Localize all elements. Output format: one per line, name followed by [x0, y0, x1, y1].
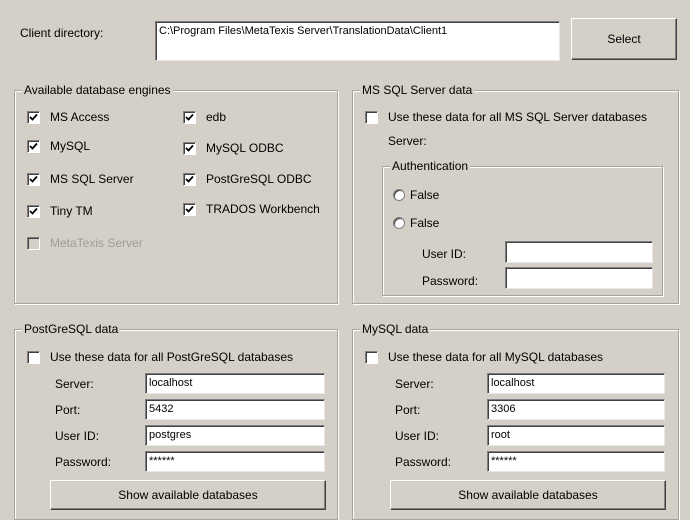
mysql-title: MySQL data — [360, 322, 431, 336]
mssql-password-label: Password: — [422, 274, 479, 288]
trados-workbench-checkbox[interactable] — [183, 203, 196, 216]
postgresql-show-databases-button[interactable]: Show available databases — [50, 480, 326, 510]
edb-label: edb — [206, 110, 227, 124]
auth-option-1-label: False — [410, 188, 440, 202]
postgresql-userid-field[interactable]: postgres — [145, 425, 325, 446]
mysql-server-label: Server: — [395, 377, 434, 391]
auth-option-2-radio[interactable] — [393, 217, 405, 229]
mysql-use-checkbox[interactable] — [365, 351, 378, 364]
mysql-password-label: Password: — [395, 455, 452, 469]
mssql-title: MS SQL Server data — [360, 83, 475, 97]
mysql-port-field[interactable]: 3306 — [487, 399, 665, 420]
metatexis-server-label: MetaTexis Server — [50, 236, 143, 250]
mssql-password-field[interactable] — [505, 267, 653, 289]
auth-option-1-radio[interactable] — [393, 189, 405, 201]
mysql-userid-field[interactable]: root — [487, 425, 665, 446]
trados-workbench-label: TRADOS Workbench — [206, 202, 320, 216]
mysql-checkbox[interactable] — [27, 140, 40, 153]
postgresql-port-field[interactable]: 5432 — [145, 399, 325, 420]
mysql-use-label: Use these data for all MySQL databases — [388, 350, 604, 364]
auth-option-2-label: False — [410, 216, 440, 230]
mssql-server-label: Server: — [388, 134, 427, 148]
mysql-show-databases-button[interactable]: Show available databases — [390, 480, 666, 510]
metatexis-server-checkbox — [27, 237, 40, 250]
edb-checkbox[interactable] — [183, 111, 196, 124]
mysql-server-field[interactable]: localhost — [487, 373, 665, 394]
ms-access-label: MS Access — [50, 110, 110, 124]
postgresql-userid-label: User ID: — [55, 429, 100, 443]
client-directory-field[interactable]: C:\Program Files\MetaTexis Server\Transl… — [155, 21, 560, 61]
select-button[interactable]: Select — [571, 18, 677, 60]
mysql-password-field[interactable]: ****** — [487, 451, 665, 472]
postgresql-title: PostGreSQL data — [22, 322, 121, 336]
ms-sql-server-label: MS SQL Server — [50, 172, 134, 186]
postgresql-password-field[interactable]: ****** — [145, 451, 325, 472]
postgresql-use-label: Use these data for all PostGreSQL databa… — [50, 350, 294, 364]
mysql-odbc-label: MySQL ODBC — [206, 141, 284, 155]
tiny-tm-checkbox[interactable] — [27, 205, 40, 218]
postgresql-use-checkbox[interactable] — [27, 351, 40, 364]
ms-sql-server-checkbox[interactable] — [27, 173, 40, 186]
mssql-userid-label: User ID: — [422, 247, 467, 261]
postgresql-odbc-label: PostGreSQL ODBC — [206, 172, 312, 186]
database-engines-title: Available database engines — [22, 83, 173, 97]
ms-access-checkbox[interactable] — [27, 111, 40, 124]
postgresql-server-label: Server: — [55, 377, 94, 391]
postgresql-port-label: Port: — [55, 403, 81, 417]
postgresql-server-field[interactable]: localhost — [145, 373, 325, 394]
mssql-use-label: Use these data for all MS SQL Server dat… — [388, 110, 648, 124]
client-directory-label: Client directory: — [20, 26, 104, 40]
postgresql-password-label: Password: — [55, 455, 112, 469]
mysql-userid-label: User ID: — [395, 429, 440, 443]
mysql-label: MySQL — [50, 139, 91, 153]
mysql-odbc-checkbox[interactable] — [183, 142, 196, 155]
mssql-userid-field[interactable] — [505, 241, 653, 263]
postgresql-odbc-checkbox[interactable] — [183, 173, 196, 186]
mysql-port-label: Port: — [395, 403, 421, 417]
tiny-tm-label: Tiny TM — [50, 204, 93, 218]
mssql-use-checkbox[interactable] — [365, 111, 378, 124]
authentication-title: Authentication — [390, 159, 471, 173]
